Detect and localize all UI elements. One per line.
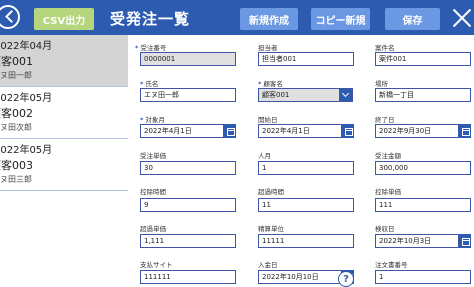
help-icon[interactable]: ? bbox=[338, 271, 354, 287]
customer-dropdown[interactable]: 顧客001 bbox=[258, 88, 353, 102]
gallery-item-period: 2022年04月 bbox=[0, 41, 53, 52]
inspection-date-field[interactable]: 2022年10月3日 bbox=[375, 234, 459, 248]
copy-new-button[interactable]: コピー新規 bbox=[311, 8, 370, 30]
calendar-icon[interactable] bbox=[224, 124, 236, 138]
staff-field[interactable]: 担当者001 bbox=[258, 52, 354, 66]
gallery-item-customer: 顧客003 bbox=[0, 159, 33, 172]
deposit-date-field[interactable]: 2022年10月10日 bbox=[258, 270, 342, 284]
order-form: * 受注番号 0000001 担当者 担当者001 案件名 案件001 * 氏名 エ… bbox=[128, 35, 474, 287]
name-label: * 氏名 bbox=[140, 80, 159, 88]
target-month-field[interactable]: 2022年4月1日 bbox=[140, 124, 224, 138]
chevron-down-icon[interactable] bbox=[339, 89, 352, 101]
save-button[interactable]: 保存 bbox=[385, 8, 440, 30]
deduction-price-field[interactable]: 111 bbox=[375, 198, 471, 212]
headcount-field[interactable]: 1 bbox=[258, 161, 354, 175]
calendar-icon[interactable] bbox=[342, 124, 354, 138]
excess-price-label: 超過単価 bbox=[140, 225, 166, 233]
top-bar: CSV出力 受発注一覧 新規作成 コピー新規 保存 bbox=[0, 0, 474, 35]
excess-hours-field[interactable]: 11 bbox=[258, 198, 354, 212]
settlement-unit-field[interactable]: 11111 bbox=[258, 234, 354, 248]
place-label: 場所 bbox=[375, 80, 388, 88]
target-month-label: * 対象月 bbox=[140, 116, 165, 124]
place-field[interactable]: 新橋一丁目 bbox=[375, 88, 471, 102]
customer-selected-value: 顧客001 bbox=[262, 91, 290, 99]
order-no-field[interactable]: 0000001 bbox=[140, 52, 236, 66]
end-date-label: 終了日 bbox=[375, 116, 395, 124]
close-icon[interactable] bbox=[450, 6, 474, 30]
deduction-hours-field[interactable]: 9 bbox=[140, 198, 236, 212]
gallery-item[interactable]: 2022年04月 顧客001 エヌ田一郎 bbox=[0, 35, 128, 87]
staff-label: 担当者 bbox=[258, 44, 278, 52]
settlement-unit-label: 精算単位 bbox=[258, 225, 284, 233]
payment-site-field[interactable]: 111111 bbox=[140, 270, 236, 284]
inspection-date-label: 検収日 bbox=[375, 225, 395, 233]
unit-price-field[interactable]: 30 bbox=[140, 161, 236, 175]
customer-label: * 顧客名 bbox=[258, 80, 283, 88]
excess-hours-label: 超過時間 bbox=[258, 188, 284, 196]
gallery-item-person: エヌ田一郎 bbox=[0, 71, 32, 80]
order-amount-label: 受注金額 bbox=[375, 152, 401, 160]
headcount-label: 人月 bbox=[258, 152, 271, 160]
order-no-label: * 受注番号 bbox=[135, 44, 167, 52]
calendar-icon[interactable] bbox=[459, 234, 471, 248]
gallery-item-person: エヌ田次郎 bbox=[0, 123, 32, 132]
start-date-label: 開始日 bbox=[258, 116, 278, 124]
order-gallery: 2022年04月 顧客001 エヌ田一郎 2022年05月 顧客002 エヌ田次… bbox=[0, 35, 128, 287]
order-doc-no-field[interactable]: 1 bbox=[375, 270, 471, 284]
payment-site-label: 支払サイト bbox=[140, 261, 173, 269]
gallery-item[interactable]: 2022年05月 顧客003 エヌ田三郎 bbox=[0, 139, 128, 191]
gallery-item-person: エヌ田三郎 bbox=[0, 175, 32, 184]
back-arrow-icon[interactable] bbox=[0, 5, 20, 29]
gallery-item-customer: 顧客002 bbox=[0, 107, 33, 120]
deduction-price-label: 控除単価 bbox=[375, 188, 401, 196]
order-amount-field[interactable]: 300,000 bbox=[375, 161, 471, 175]
page-title: 受発注一覧 bbox=[110, 10, 191, 28]
csv-export-button[interactable]: CSV出力 bbox=[34, 8, 94, 30]
gallery-item-period: 2022年05月 bbox=[0, 145, 53, 156]
gallery-item-customer: 顧客001 bbox=[0, 55, 33, 68]
order-doc-no-label: 注文書番号 bbox=[375, 261, 408, 269]
project-field[interactable]: 案件001 bbox=[375, 52, 471, 66]
end-date-field[interactable]: 2022年9月30日 bbox=[375, 124, 459, 138]
project-label: 案件名 bbox=[375, 44, 395, 52]
new-button[interactable]: 新規作成 bbox=[240, 8, 298, 30]
name-field[interactable]: エヌ田一郎 bbox=[140, 88, 236, 102]
excess-price-field[interactable]: 1,111 bbox=[140, 234, 236, 248]
deduction-hours-label: 控除時間 bbox=[140, 188, 166, 196]
deposit-date-label: 入金日 bbox=[258, 261, 278, 269]
unit-price-label: 受注単価 bbox=[140, 152, 166, 160]
gallery-item-period: 2022年05月 bbox=[0, 93, 53, 104]
start-date-field[interactable]: 2022年4月1日 bbox=[258, 124, 342, 138]
calendar-icon[interactable] bbox=[459, 124, 471, 138]
gallery-item[interactable]: 2022年05月 顧客002 エヌ田次郎 bbox=[0, 87, 128, 139]
